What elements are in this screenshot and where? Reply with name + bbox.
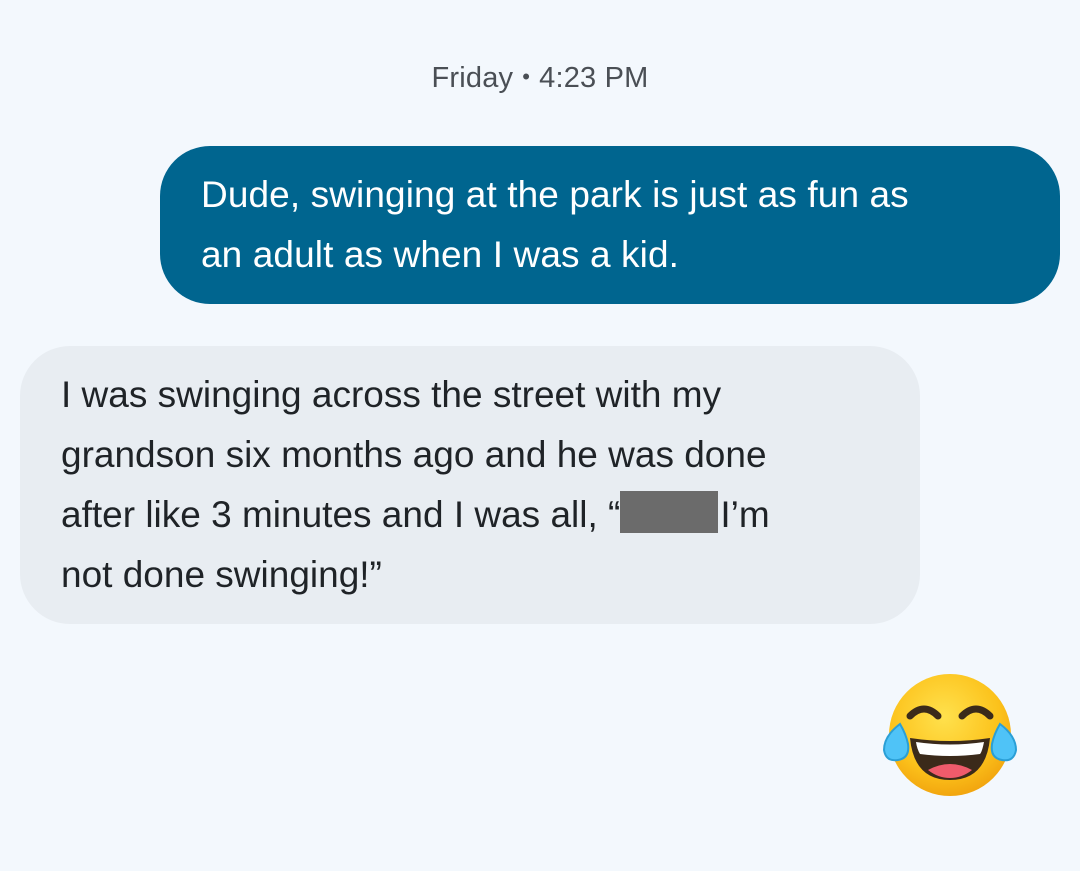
timestamp-separator: • — [522, 64, 531, 89]
message-text-line: Dude, swinging at the park is just as fu… — [201, 174, 909, 215]
received-message-bubble[interactable]: I was swinging across the street with my… — [20, 346, 920, 624]
redaction-block — [620, 491, 719, 533]
message-text-line: I was swinging across the street with my — [61, 374, 722, 415]
message-text-line: grandson six months ago and he was done — [61, 434, 767, 475]
message-text-line: after like 3 minutes and I was all, “ I’m — [61, 485, 880, 545]
timestamp-time: 4:23 PM — [539, 62, 649, 94]
sent-message-bubble[interactable]: Dude, swinging at the park is just as fu… — [160, 146, 1060, 304]
message-timestamp: Friday • 4:23 PM — [0, 62, 1080, 95]
message-text-segment: I’m — [720, 494, 770, 535]
message-text-segment: after like 3 minutes and I was all, “ — [61, 494, 621, 535]
message-text-line: an adult as when I was a kid. — [201, 234, 680, 275]
timestamp-day: Friday — [431, 62, 514, 94]
message-text-line: not done swinging!” — [61, 554, 382, 595]
face-with-tears-of-joy-icon[interactable] — [880, 672, 1020, 798]
